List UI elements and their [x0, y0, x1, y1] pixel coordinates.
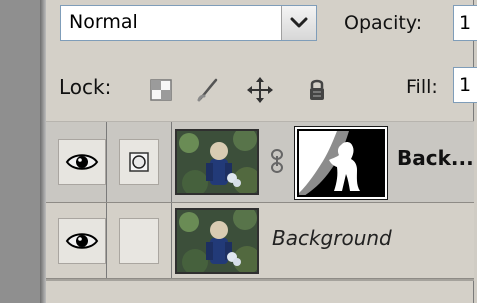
lock-position-icon[interactable] [246, 76, 274, 104]
mask-indicator-cell[interactable] [107, 122, 172, 202]
chevron-down-icon[interactable] [281, 6, 316, 40]
opacity-input[interactable]: 1 [453, 5, 477, 41]
fill-value: 1 [459, 74, 472, 96]
blank-mask-indicator[interactable] [119, 217, 159, 264]
chain-link-icon[interactable] [269, 147, 285, 179]
opacity-value: 1 [459, 12, 472, 34]
circle-mask-icon[interactable] [119, 139, 159, 185]
lock-all-icon[interactable] [303, 76, 331, 104]
eye-icon[interactable] [58, 139, 106, 185]
panel-divider [46, 279, 474, 281]
visibility-cell[interactable] [58, 203, 107, 278]
eye-icon[interactable] [58, 217, 106, 264]
layer-name[interactable]: Background [272, 226, 392, 250]
person-photo-thumbnail[interactable] [175, 208, 259, 274]
layer-mask-thumbnail[interactable] [297, 129, 385, 197]
blend-mode-dropdown[interactable]: Normal [60, 5, 317, 41]
left-gutter [0, 0, 40, 303]
fill-label: Fill: [406, 76, 438, 98]
visibility-cell[interactable] [58, 122, 107, 202]
person-photo-thumbnail[interactable] [175, 129, 259, 195]
layer-row-back[interactable]: Back... [46, 121, 474, 203]
lock-image-icon[interactable] [194, 76, 222, 104]
layer-row-background[interactable]: Background [46, 203, 474, 279]
opacity-label: Opacity: [344, 12, 423, 34]
empty-link-cell[interactable] [107, 203, 172, 278]
blend-mode-value: Normal [69, 11, 138, 33]
layer-name[interactable]: Back... [397, 146, 474, 170]
fill-input[interactable]: 1 [453, 67, 477, 103]
lock-transparency-icon[interactable] [147, 76, 175, 104]
lock-label: Lock: [59, 75, 112, 99]
